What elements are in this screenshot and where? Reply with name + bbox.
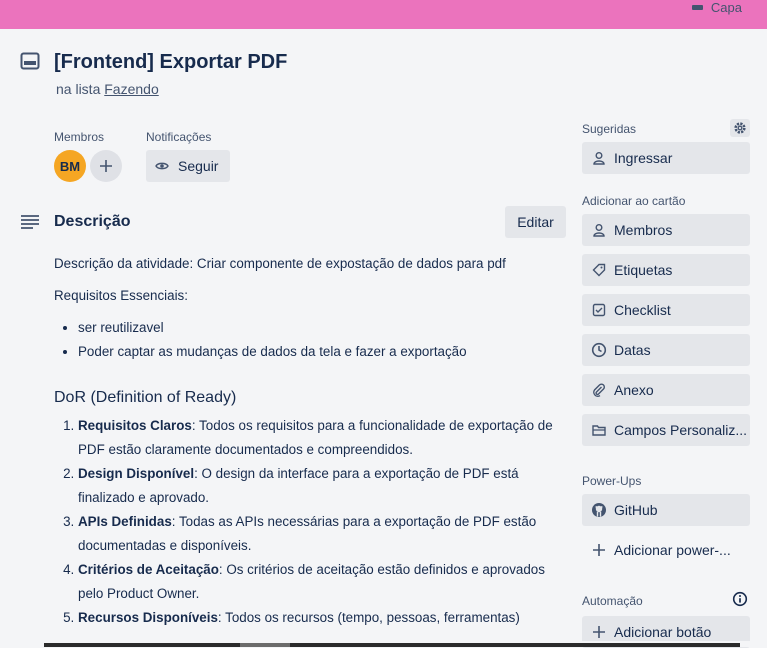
dor-term: Design Disponível <box>78 466 195 481</box>
list-item: Requisitos Claros: Todos os requisitos p… <box>78 414 566 462</box>
join-label: Ingressar <box>614 150 673 166</box>
list-item: Poder captar as mudanças de dados da tel… <box>78 340 566 364</box>
dor-title: DoR (Definition of Ready) <box>54 389 237 406</box>
dor-list: Requisitos Claros: Todos os requisitos p… <box>54 414 566 630</box>
list-prefix: na lista <box>56 81 101 97</box>
members-label: Membros <box>54 130 105 144</box>
info-icon[interactable] <box>732 591 748 607</box>
cover-icon <box>691 5 703 10</box>
dates-button-label: Datas <box>614 342 651 358</box>
scrollbar-track <box>44 643 740 647</box>
card-list-info: na lista Fazendo <box>56 81 159 97</box>
labels-button-label: Etiquetas <box>614 262 673 278</box>
dor-term: Requisitos Claros <box>78 418 192 433</box>
follow-button[interactable]: Seguir <box>146 150 230 182</box>
description-icon <box>21 215 39 229</box>
scrollbar-thumb[interactable] <box>240 643 290 647</box>
add-button-label: Adicionar botão <box>614 624 712 640</box>
add-member-button[interactable] <box>90 150 122 182</box>
members-button[interactable]: Membros <box>582 214 750 246</box>
dates-button[interactable]: Datas <box>582 334 750 366</box>
join-button[interactable]: Ingressar <box>582 142 750 174</box>
automation-heading: Automação <box>582 594 643 608</box>
custom-fields-button-label: Campos Personaliz... <box>614 422 748 438</box>
dor-term: Critérios de Aceitação <box>78 562 219 577</box>
person-icon <box>591 222 607 238</box>
checkbox-icon <box>591 302 607 318</box>
custom-fields-button[interactable]: Campos Personaliz... <box>582 414 750 446</box>
members-button-label: Membros <box>614 222 673 238</box>
list-item: APIs Definidas: Todas as APIs necessária… <box>78 510 566 558</box>
dor-term: Recursos Disponíveis <box>78 610 218 625</box>
power-ups-heading: Power-Ups <box>582 474 642 488</box>
avatar[interactable]: BM <box>54 150 86 182</box>
dor-term: APIs Definidas <box>78 514 172 529</box>
gear-icon <box>734 122 746 134</box>
person-icon <box>591 150 607 166</box>
checklist-button[interactable]: Checklist <box>582 294 750 326</box>
suggested-settings-button[interactable] <box>730 119 750 137</box>
list-item: Design Disponível: O design da interface… <box>78 462 566 510</box>
dor-text: : Todos os recursos (tempo, pessoas, fer… <box>217 610 520 625</box>
list-item: ser reutilizavel <box>78 316 566 340</box>
list-item: Recursos Disponíveis: Todos os recursos … <box>78 606 566 630</box>
description-title: Descrição <box>54 213 131 230</box>
plus-icon <box>591 624 607 640</box>
github-button-label: GitHub <box>614 502 658 518</box>
folder-icon <box>591 422 607 438</box>
list-link[interactable]: Fazendo <box>104 81 158 97</box>
add-power-up-label: Adicionar power-... <box>614 542 731 558</box>
checklist-button-label: Checklist <box>614 302 671 318</box>
labels-button[interactable]: Etiquetas <box>582 254 750 286</box>
cover-button[interactable]: Capa <box>691 0 742 15</box>
add-to-card-heading: Adicionar ao cartão <box>582 194 686 208</box>
eye-icon <box>155 162 169 170</box>
list-item: Critérios de Aceitação: Os critérios de … <box>78 558 566 606</box>
card-icon <box>20 52 40 70</box>
description-content[interactable]: Descrição da atividade: Criar componente… <box>54 252 566 630</box>
attachment-button[interactable]: Anexo <box>582 374 750 406</box>
attachment-button-label: Anexo <box>614 382 654 398</box>
tag-icon <box>591 262 607 278</box>
cover-label: Capa <box>710 0 742 15</box>
horizontal-scrollbar[interactable] <box>0 641 767 647</box>
github-button[interactable]: GitHub <box>582 494 750 526</box>
plus-icon <box>100 160 112 172</box>
paperclip-icon <box>591 382 607 398</box>
card-title[interactable]: [Frontend] Exportar PDF <box>54 51 287 74</box>
github-icon <box>591 502 607 518</box>
clock-icon <box>591 342 607 358</box>
edit-description-button[interactable]: Editar <box>505 206 566 238</box>
notifications-label: Notificações <box>146 130 212 144</box>
suggested-heading: Sugeridas <box>582 122 637 136</box>
card-cover: Capa <box>0 0 767 29</box>
description-intro: Descrição da atividade: Criar componente… <box>54 256 506 271</box>
plus-icon <box>591 542 607 558</box>
follow-label: Seguir <box>178 158 219 174</box>
requirements-list: ser reutilizavel Poder captar as mudança… <box>54 316 566 364</box>
add-power-up-button[interactable]: Adicionar power-... <box>582 534 750 566</box>
requirements-title: Requisitos Essenciais: <box>54 288 188 303</box>
